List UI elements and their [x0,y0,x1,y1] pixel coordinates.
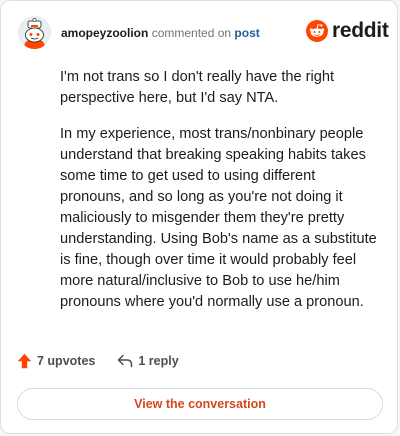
reddit-snoo-icon [306,20,328,42]
comment-meta: amopeyzoolion commented on post [61,25,260,41]
reply-count: 1 reply [138,354,179,368]
comment-paragraph: In my experience, most trans/nonbinary p… [60,126,377,310]
upvote-count: 7 upvotes [37,354,96,368]
user-avatar[interactable] [18,16,51,49]
post-link[interactable]: post [234,26,259,40]
view-conversation-button[interactable]: View the conversation [17,388,383,420]
upvote-action[interactable]: 7 upvotes [17,353,95,369]
reply-action[interactable]: 1 reply [117,354,179,368]
author-name[interactable]: amopeyzoolion [61,26,148,40]
comment-paragraph: I'm not trans so I don't really have the… [60,69,335,106]
action-text: commented on [151,26,232,40]
comment-body: I'm not trans so I don't really have the… [60,67,380,328]
snoo-avatar-icon [18,16,51,49]
comment-embed-card: amopeyzoolion commented on post reddit I… [0,0,398,434]
upvote-arrow-icon [17,353,32,369]
comment-actions: 7 upvotes 1 reply [17,353,179,369]
reddit-brand[interactable]: reddit [306,19,389,43]
reply-arrow-icon [118,354,133,368]
brand-wordmark: reddit [332,19,389,42]
